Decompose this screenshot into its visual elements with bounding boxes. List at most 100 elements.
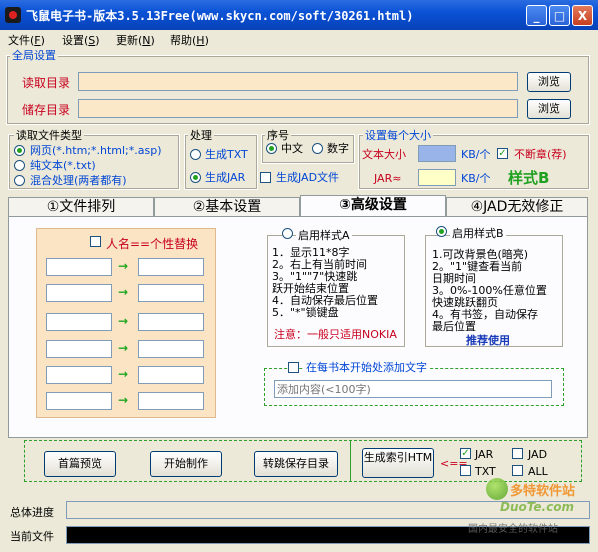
menu-settings[interactable]: 设置(S) [62, 32, 100, 48]
save-dir-label: 储存目录 [22, 103, 71, 117]
menu-file[interactable]: 文件(F) [8, 32, 45, 48]
continuous-checkbox[interactable]: ✓ [497, 148, 508, 159]
close-button[interactable]: X [572, 5, 593, 26]
name-to-input-5[interactable] [138, 366, 204, 384]
start-button[interactable]: 开始制作 [150, 451, 222, 477]
menu-help-end: ) [204, 34, 209, 47]
process-jar-radio[interactable] [190, 172, 201, 183]
watermark-line-1: 多特软件站 [510, 484, 576, 499]
process-title: 处理 [188, 127, 214, 143]
save-dir-input[interactable] [78, 99, 518, 118]
index-jar-label: JAR [475, 448, 494, 461]
text-size-unit: KB/个 [461, 148, 491, 161]
style-a-line-6: 5．"*"锁键盘 [272, 306, 339, 319]
preview-button[interactable]: 首篇预览 [44, 451, 116, 477]
process-jar-label: 生成JAR [205, 171, 246, 184]
total-progress-bar [66, 501, 590, 519]
jump-save-dir-button[interactable]: 转跳保存目录 [254, 451, 338, 477]
maximize-button[interactable]: □ [549, 5, 570, 26]
style-b-label: 样式B [508, 169, 550, 187]
tab-advanced-settings[interactable]: ③高级设置 [300, 195, 446, 217]
seq-number-radio[interactable] [312, 143, 323, 154]
read-type-txt-radio[interactable] [14, 160, 25, 171]
name-replace-label: 人名==个性替换 [106, 237, 199, 251]
app-icon [5, 7, 21, 23]
action-divider [350, 441, 351, 481]
window-title: 飞鼠电子书-版本3.5.13Free(www.skycn.com/soft/30… [26, 9, 414, 23]
menu-update-label: 更新( [116, 34, 143, 47]
read-dir-browse-button[interactable]: 浏览 [527, 72, 571, 92]
style-a-title: 启用样式A [296, 227, 352, 243]
replace-arrow-1: → [118, 259, 129, 273]
title-bar: 飞鼠电子书-版本3.5.13Free(www.skycn.com/soft/30… [0, 0, 598, 30]
tab-jad-fix[interactable]: ④JAD无效修正 [446, 197, 588, 216]
total-progress-label: 总体进度 [10, 506, 54, 519]
index-jar-checkbox[interactable]: ✓ [460, 448, 471, 459]
read-type-html-label: 网页(*.htm;*.html;*.asp) [30, 144, 162, 157]
add-text-checkbox[interactable] [288, 362, 299, 373]
menu-settings-label: 设置( [62, 34, 89, 47]
name-from-input-6[interactable] [46, 392, 112, 410]
continuous-label: 不断章(荐) [514, 148, 567, 161]
seq-chinese-radio[interactable] [266, 143, 277, 154]
name-to-input-3[interactable] [138, 313, 204, 331]
style-b-radio[interactable] [436, 226, 447, 237]
name-replace-checkbox[interactable] [90, 236, 101, 247]
menu-help-key: H [196, 34, 205, 47]
read-dir-input[interactable] [78, 72, 518, 91]
index-txt-checkbox[interactable] [460, 465, 471, 476]
read-type-title: 读取文件类型 [14, 127, 84, 143]
text-size-input[interactable] [418, 145, 456, 162]
menu-bar: 文件(F) 设置(S) 更新(N) 帮助(H) [0, 30, 598, 48]
jar-size-label: JAR≈ [374, 172, 402, 185]
name-from-input-3[interactable] [46, 313, 112, 331]
process-txt-label: 生成TXT [205, 148, 248, 161]
seq-title: 序号 [265, 127, 291, 143]
replace-arrow-3: → [118, 314, 129, 328]
name-to-input-1[interactable] [138, 258, 204, 276]
tab-basic-settings[interactable]: ②基本设置 [154, 197, 300, 216]
style-a-radio[interactable] [282, 228, 293, 239]
tab-file-order[interactable]: ①文件排列 [8, 197, 154, 216]
read-type-txt-label: 纯文本(*.txt) [30, 159, 96, 172]
gen-index-button[interactable]: 生成索引HTM [362, 448, 434, 478]
replace-arrow-4: → [118, 341, 129, 355]
name-from-input-1[interactable] [46, 258, 112, 276]
replace-arrow-5: → [118, 367, 129, 381]
style-a-note: 注意：一般只适用NOKIA [274, 328, 397, 341]
name-from-input-5[interactable] [46, 366, 112, 384]
name-from-input-2[interactable] [46, 284, 112, 302]
current-file-label: 当前文件 [10, 530, 54, 543]
menu-update[interactable]: 更新(N) [116, 32, 155, 48]
style-b-recommend: 推荐使用 [466, 334, 510, 347]
menu-help[interactable]: 帮助(H) [170, 32, 209, 48]
index-jad-checkbox[interactable] [512, 448, 523, 459]
jad-checkbox[interactable] [260, 172, 271, 183]
size-title: 设置每个大小 [363, 127, 433, 143]
read-type-mixed-label: 混合处理(两者都有) [30, 174, 127, 187]
replace-arrow-6: → [118, 393, 129, 407]
menu-update-end: ) [150, 34, 155, 47]
name-to-input-4[interactable] [138, 340, 204, 358]
read-dir-label: 读取目录 [22, 76, 71, 90]
add-text-label: 在每书本开始处添加文字 [304, 361, 429, 374]
process-txt-radio[interactable] [190, 149, 201, 160]
save-dir-browse-button[interactable]: 浏览 [527, 99, 571, 119]
text-size-label: 文本大小 [362, 148, 406, 161]
index-all-checkbox[interactable] [512, 465, 523, 476]
menu-settings-end: ) [95, 34, 100, 47]
menu-help-label: 帮助( [170, 34, 197, 47]
minimize-button[interactable]: _ [526, 5, 547, 26]
index-txt-label: TXT [475, 465, 496, 478]
read-type-html-radio[interactable] [14, 145, 25, 156]
name-to-input-6[interactable] [138, 392, 204, 410]
menu-file-end: ) [40, 34, 45, 47]
add-text-input[interactable] [274, 380, 552, 398]
jar-size-input[interactable] [418, 169, 456, 186]
index-all-label: ALL [528, 465, 548, 478]
name-to-input-2[interactable] [138, 284, 204, 302]
name-from-input-4[interactable] [46, 340, 112, 358]
current-file-bar [66, 526, 590, 544]
seq-chinese-label: 中文 [281, 142, 303, 155]
read-type-mixed-radio[interactable] [14, 175, 25, 186]
